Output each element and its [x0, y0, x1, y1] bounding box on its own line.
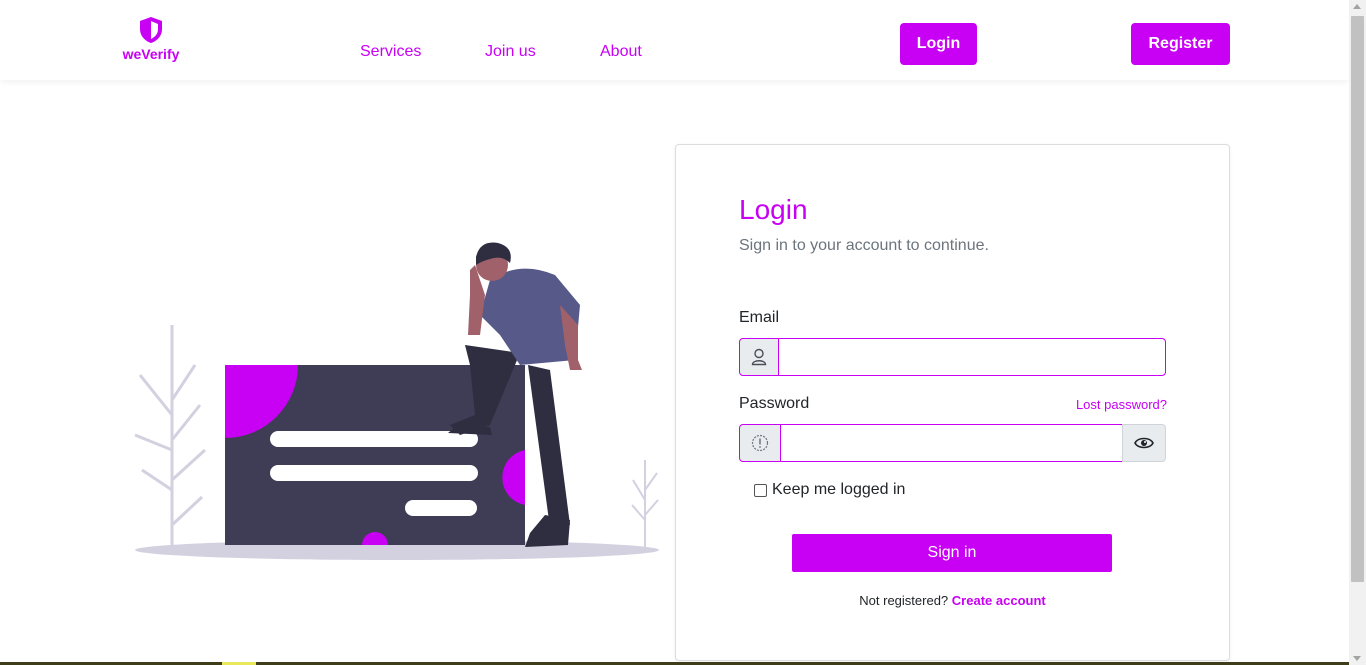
user-icon — [739, 338, 779, 376]
login-illustration — [134, 242, 659, 560]
register-prompt: Not registered? Create account — [676, 593, 1229, 608]
scroll-down-arrow-icon[interactable] — [1353, 656, 1361, 661]
create-account-link[interactable]: Create account — [952, 593, 1046, 608]
navbar: weVerify Services Join us About Login Re… — [0, 0, 1349, 80]
email-field[interactable] — [778, 338, 1166, 376]
login-title: Login — [739, 194, 808, 225]
login-card: Login Sign in to your account to continu… — [675, 144, 1230, 661]
password-field[interactable] — [780, 424, 1123, 462]
email-input-group — [739, 338, 1166, 376]
login-button[interactable]: Login — [900, 23, 977, 65]
remember-me-checkbox[interactable] — [754, 483, 767, 497]
vertical-scrollbar[interactable] — [1349, 0, 1366, 665]
brand-name: weVerify — [122, 46, 180, 62]
shield-icon — [140, 17, 162, 43]
nav-link-join-us[interactable]: Join us — [485, 43, 536, 61]
scroll-up-arrow-icon[interactable] — [1353, 4, 1361, 9]
eye-icon — [1134, 437, 1154, 449]
lost-password-link[interactable]: Lost password? — [1076, 397, 1167, 412]
sign-in-button[interactable]: Sign in — [792, 534, 1112, 572]
password-input-group — [739, 424, 1166, 462]
nav-link-about[interactable]: About — [600, 43, 642, 61]
email-label: Email — [739, 309, 780, 326]
not-registered-text: Not registered? — [859, 593, 949, 608]
register-button[interactable]: Register — [1131, 23, 1230, 65]
exclamation-icon — [739, 424, 781, 462]
password-label: Password — [739, 395, 810, 412]
login-subtitle: Sign in to your account to continue. — [739, 237, 989, 254]
scroll-thumb[interactable] — [1351, 16, 1364, 582]
remember-me-label[interactable]: Keep me logged in — [772, 481, 905, 499]
show-password-button[interactable] — [1122, 424, 1166, 462]
nav-link-services[interactable]: Services — [360, 43, 421, 61]
remember-me-row: Keep me logged in — [754, 481, 905, 499]
brand-logo[interactable]: weVerify — [118, 16, 184, 64]
